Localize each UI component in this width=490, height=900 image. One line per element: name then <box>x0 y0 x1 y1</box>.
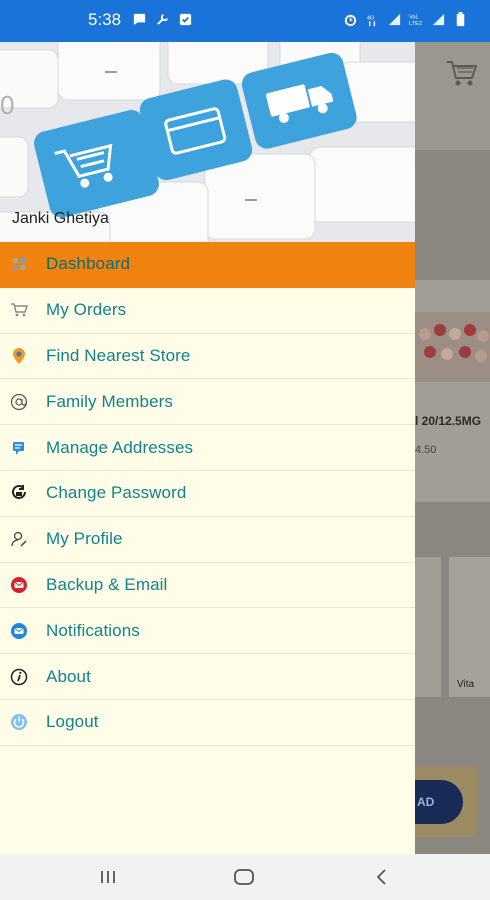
menu-item-manage-addresses[interactable]: Manage Addresses <box>0 425 415 471</box>
menu-item-my-profile[interactable]: My Profile <box>0 517 415 563</box>
location-pin-icon <box>10 347 28 365</box>
menu-item-label: Manage Addresses <box>46 437 194 457</box>
menu-item-label: About <box>46 666 91 686</box>
svg-text:VoL: VoL <box>409 15 419 21</box>
power-icon <box>10 713 28 731</box>
menu-item-label: Backup & Email <box>46 574 168 594</box>
screen: 5:38 4G VoL LTE2 l 20/12.5MG 4.50 Vita A… <box>0 0 490 900</box>
battery-icon <box>456 12 465 27</box>
menu-item-label: Family Members <box>46 391 174 411</box>
menu-item-label: Dashboard <box>46 254 131 274</box>
signal-icon <box>388 13 401 26</box>
tool-icon <box>157 13 169 25</box>
background-app-header <box>415 42 490 150</box>
menu-item-label: My Orders <box>46 300 127 320</box>
background-button: AD <box>415 780 463 824</box>
home-icon <box>234 869 254 885</box>
menu-item-about[interactable]: About <box>0 654 415 700</box>
password-refresh-icon <box>10 484 28 502</box>
status-left-icons <box>132 12 193 27</box>
check-box-icon <box>179 13 192 26</box>
back-icon <box>376 869 386 885</box>
drawer-header: 0 Janki Ghetiya <box>0 42 415 242</box>
menu-item-dashboard[interactable]: Dashboard <box>0 242 415 288</box>
menu-item-find-nearest-store[interactable]: Find Nearest Store <box>0 334 415 380</box>
background-app: l 20/12.5MG 4.50 Vita AD <box>415 42 490 854</box>
address-icon <box>10 439 28 457</box>
status-time: 5:38 <box>88 10 122 29</box>
menu-item-backup-email[interactable]: Backup & Email <box>0 563 415 609</box>
background-tile <box>449 557 490 697</box>
signal-icon <box>432 13 445 26</box>
info-icon <box>10 668 28 686</box>
message-icon <box>133 13 146 26</box>
home-button[interactable] <box>232 866 256 888</box>
background-tile <box>415 557 441 697</box>
background-product-image <box>415 312 490 382</box>
menu-item-label: Find Nearest Store <box>46 345 191 365</box>
status-right-icons: 4G VoL LTE2 <box>343 12 468 27</box>
background-product-price: 4.50 <box>415 444 437 456</box>
background-tile-label: Vita <box>457 679 475 690</box>
svg-text:LTE2: LTE2 <box>409 21 422 27</box>
menu-item-label: Notifications <box>46 620 140 640</box>
system-navigation-bar <box>0 854 490 900</box>
svg-text:4G: 4G <box>367 16 374 22</box>
recent-apps-icon <box>101 871 115 883</box>
back-button[interactable] <box>370 866 394 888</box>
menu-item-label: My Profile <box>46 529 123 549</box>
recent-apps-button[interactable] <box>96 866 120 888</box>
mail-icon <box>10 622 28 640</box>
backup-icon <box>10 576 28 594</box>
data-icon: 4G <box>367 16 376 27</box>
menu-item-label: Logout <box>46 712 99 732</box>
navigation-drawer: 0 Janki Ghetiya Dashboard My Orders Find… <box>0 42 415 854</box>
alarm-icon <box>344 14 357 27</box>
volte-icon: VoLLTE2 <box>409 15 422 27</box>
menu-item-change-password[interactable]: Change Password <box>0 471 415 517</box>
cart-icon <box>447 61 478 86</box>
menu-item-logout[interactable]: Logout <box>0 700 415 746</box>
profile-icon <box>10 530 28 548</box>
svg-text:0: 0 <box>0 90 14 120</box>
menu-item-my-orders[interactable]: My Orders <box>0 288 415 334</box>
cart-icon <box>10 301 28 319</box>
background-product-name: l 20/12.5MG <box>415 414 482 428</box>
user-name: Janki Ghetiya <box>12 210 109 227</box>
menu-item-family-members[interactable]: Family Members <box>0 379 415 426</box>
drawer-menu: Dashboard My Orders Find Nearest Store F… <box>0 242 415 746</box>
at-sign-icon <box>10 393 28 411</box>
status-bar: 5:38 4G VoL LTE2 <box>0 0 490 42</box>
menu-item-notifications[interactable]: Notifications <box>0 608 415 655</box>
dashboard-icon <box>10 255 28 273</box>
menu-item-label: Change Password <box>46 483 187 503</box>
